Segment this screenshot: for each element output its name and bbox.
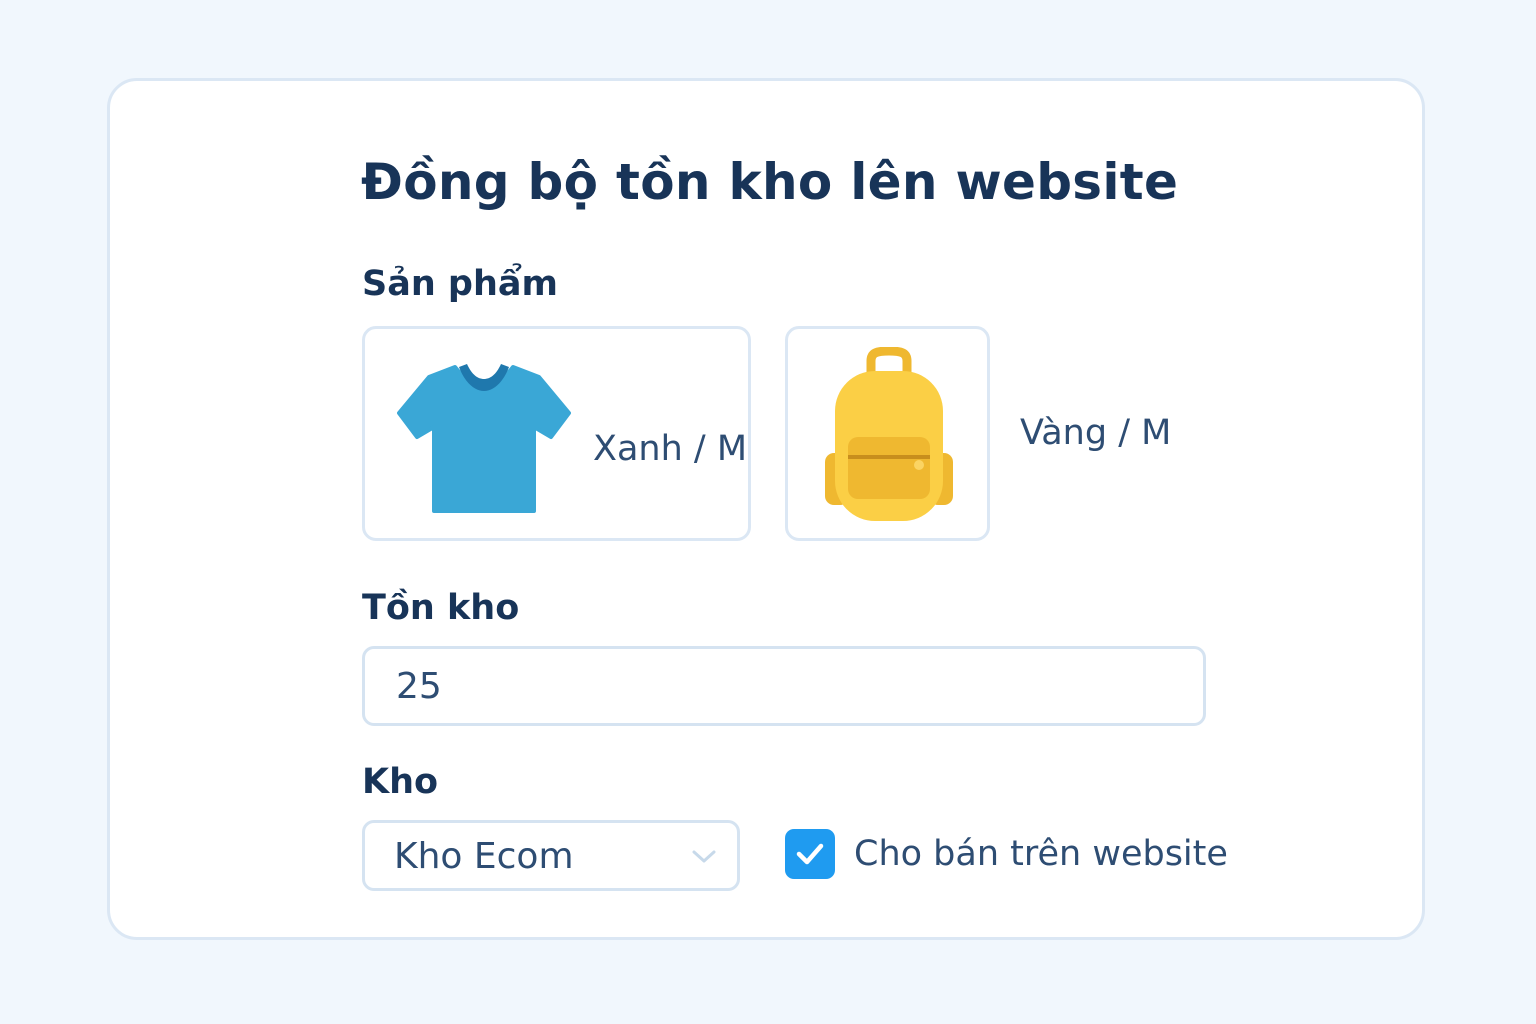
product-card-backpack[interactable] — [785, 326, 990, 541]
variant-label-shirt: Xanh / M — [593, 429, 748, 469]
variant-label-backpack: Vàng / M — [1020, 413, 1172, 453]
stock-input[interactable] — [362, 646, 1206, 726]
chevron-down-icon — [692, 850, 716, 863]
warehouse-label: Kho — [362, 762, 439, 802]
sell-on-website-label[interactable]: Cho bán trên website — [854, 832, 1228, 876]
warehouse-select[interactable]: Kho Ecom — [362, 820, 740, 891]
products-label: Sản phẩm — [362, 264, 558, 304]
t-shirt-icon — [397, 364, 571, 513]
backpack-icon — [825, 347, 953, 521]
stock-label: Tồn kho — [362, 588, 520, 628]
checkmark-icon — [796, 843, 824, 865]
sell-on-website-checkbox[interactable] — [785, 829, 835, 879]
warehouse-selected-value: Kho Ecom — [394, 836, 574, 877]
page-title: Đồng bộ tồn kho lên website — [361, 153, 1179, 211]
